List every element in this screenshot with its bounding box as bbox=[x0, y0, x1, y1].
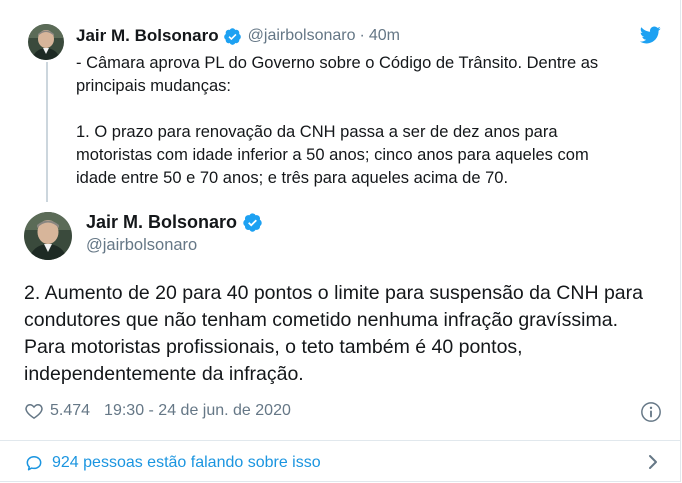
like-count[interactable]: 5.474 bbox=[50, 402, 90, 420]
parent-tweet-text: - Câmara aprova PL do Governo sobre o Có… bbox=[76, 54, 599, 187]
main-tweet-text: 2. Aumento de 20 para 40 pontos o limite… bbox=[24, 282, 643, 385]
parent-author-name[interactable]: Jair M. Bolsonaro bbox=[76, 26, 219, 46]
parent-author-handle[interactable]: @jairbolsonaro bbox=[248, 27, 356, 45]
verified-badge-icon bbox=[223, 27, 242, 46]
speech-bubble-icon bbox=[24, 453, 44, 473]
conversation-link[interactable]: 924 pessoas estão falando sobre isso bbox=[24, 450, 321, 476]
main-author-name[interactable]: Jair M. Bolsonaro bbox=[86, 212, 237, 233]
parent-tweet-time[interactable]: 40m bbox=[369, 27, 400, 45]
main-avatar[interactable] bbox=[24, 212, 72, 260]
parent-avatar[interactable] bbox=[28, 24, 64, 60]
conversation-count-label: 924 pessoas estão falando sobre isso bbox=[52, 454, 321, 471]
twitter-bird-icon[interactable] bbox=[638, 24, 662, 46]
footer-divider bbox=[0, 440, 681, 441]
tweet-embed-card: Jair M. Bolsonaro @jairbolsonaro · 40m -… bbox=[0, 0, 681, 482]
info-icon[interactable] bbox=[640, 401, 662, 423]
tweet-meta-row: 5.474 19:30 - 24 de jun. de 2020 bbox=[24, 398, 291, 424]
chevron-right-icon[interactable] bbox=[646, 452, 660, 472]
heart-icon[interactable] bbox=[24, 401, 44, 421]
verified-badge-icon bbox=[242, 212, 263, 233]
header-separator: · bbox=[359, 27, 365, 44]
thread-connector-line bbox=[46, 62, 48, 202]
main-author-row: Jair M. Bolsonaro bbox=[86, 210, 263, 234]
parent-tweet-header: Jair M. Bolsonaro @jairbolsonaro · 40m bbox=[76, 24, 400, 48]
main-author-handle[interactable]: @jairbolsonaro bbox=[86, 236, 197, 255]
tweet-timestamp[interactable]: 19:30 - 24 de jun. de 2020 bbox=[104, 402, 291, 420]
